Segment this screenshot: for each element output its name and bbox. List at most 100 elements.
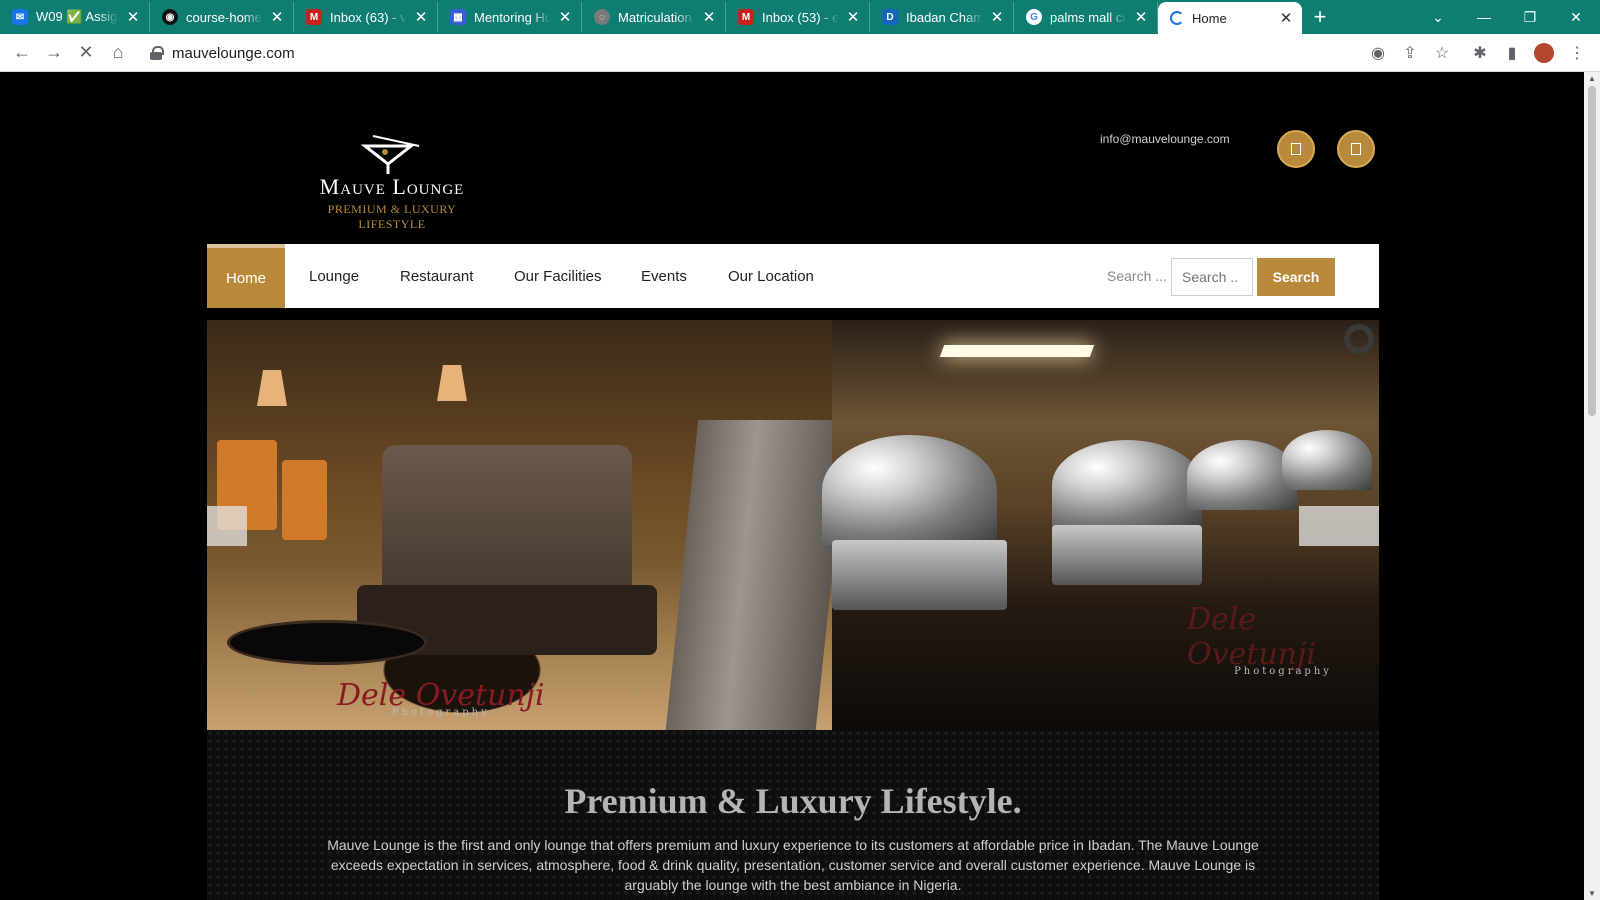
buffet-chafers-image: Dele Ovetunji Photography [822, 320, 1379, 730]
close-window-icon[interactable]: ✕ [1553, 0, 1599, 34]
nav-item-events[interactable]: Events [641, 244, 687, 308]
github-icon: ◉ [162, 9, 178, 25]
close-tab-icon[interactable]: ✕ [989, 8, 1005, 26]
side-panel-icon[interactable]: ▮ [1497, 38, 1527, 68]
close-tab-icon[interactable]: ✕ [845, 8, 861, 26]
martini-glass-icon [360, 135, 420, 174]
more-menu-icon[interactable]: ⋮ [1562, 38, 1592, 68]
slider-play-button[interactable] [1299, 506, 1339, 546]
google-icon: G [1026, 9, 1042, 25]
close-tab-icon[interactable]: ✕ [269, 8, 285, 26]
close-tab-icon[interactable]: ✕ [413, 8, 429, 26]
booth-partition [665, 420, 849, 730]
search-button[interactable]: Search [1257, 258, 1335, 296]
browser-tab[interactable]: ◉ course-home-page ✕ [150, 2, 294, 32]
browser-tab[interactable]: ◌ Matriculation ✕ [582, 2, 726, 32]
main-navigation: Home Lounge Restaurant Our Facilities Ev… [207, 244, 1379, 308]
lamp-shade [257, 370, 287, 406]
site-logo[interactable]: Mauve Lounge PREMIUM & LUXURY LIFESTYLE [297, 130, 487, 231]
tab-title: Inbox (53) - ele [762, 9, 839, 25]
tab-title: Mentoring Hub [474, 9, 551, 25]
gmail-icon: M [306, 9, 322, 25]
logo-name: Mauve Lounge [319, 174, 465, 199]
share-icon[interactable]: ⇪ [1395, 38, 1425, 68]
globe-icon: ◌ [594, 9, 610, 25]
doc-icon: D [882, 9, 898, 25]
close-tab-icon[interactable]: ✕ [701, 8, 717, 26]
tab-title: Matriculation [618, 9, 692, 25]
scrollbar-thumb[interactable] [1588, 86, 1596, 416]
close-tab-icon[interactable]: ✕ [125, 8, 141, 26]
bookmark-star-icon[interactable]: ☆ [1427, 38, 1457, 68]
close-tab-icon[interactable]: ✕ [557, 8, 573, 26]
browser-tab[interactable]: ▦ Mentoring Hub ✕ [438, 2, 582, 32]
web-page: Mauve Lounge PREMIUM & LUXURY LIFESTYLE … [0, 72, 1584, 900]
browser-tab-active[interactable]: Home ✕ [1158, 2, 1302, 34]
chafer-base [832, 540, 1007, 610]
tab-title: Ibadan Chamber [906, 9, 983, 25]
social-icon-button[interactable] [1277, 130, 1315, 168]
tab-title: Home [1192, 10, 1227, 26]
nav-item-our-facilities[interactable]: Our Facilities [514, 244, 602, 308]
chafer-dome [822, 435, 997, 545]
new-tab-button[interactable]: + [1302, 2, 1338, 34]
gmail-icon: M [738, 9, 754, 25]
hub-icon: ▦ [450, 9, 466, 25]
extensions-puzzle-icon[interactable]: ✱ [1465, 38, 1495, 68]
lamp-shade [437, 365, 467, 401]
orange-chair [282, 460, 327, 540]
browser-toolbar: ← → ✕ ⌂ mauvelounge.com [0, 34, 1600, 72]
browser-tab-strip: ✉ W09 ✅ Assignment ✕ ◉ course-home-page … [0, 0, 1600, 34]
photo-watermark: Dele Ovetunji Photography [1187, 602, 1379, 677]
chafer-dome [1052, 440, 1202, 530]
address-bar[interactable]: mauvelounge.com [140, 37, 1335, 69]
close-tab-icon[interactable]: ✕ [1133, 8, 1149, 26]
forward-arrow-icon[interactable]: → [38, 37, 70, 69]
browser-tab[interactable]: ✉ W09 ✅ Assignment ✕ [0, 2, 150, 32]
tracking-off-icon[interactable]: ◉ [1363, 38, 1393, 68]
slider-loading-icon [1344, 324, 1374, 354]
intro-section: Premium & Luxury Lifestyle. Mauve Lounge… [207, 730, 1379, 900]
slider-next-button[interactable] [1339, 506, 1379, 546]
hero-slider[interactable]: Dele Ovetunji Photography Dele Ovetunji … [207, 320, 1379, 730]
tab-title: course-home-page [186, 9, 263, 25]
search-input[interactable] [1171, 258, 1253, 296]
intro-title: Premium & Luxury Lifestyle. [564, 781, 1022, 821]
home-icon[interactable]: ⌂ [102, 37, 134, 69]
tab-title: palms mall cine [1050, 9, 1127, 25]
tab-search-icon[interactable]: ⌄ [1415, 0, 1461, 34]
nav-item-home[interactable]: Home [207, 244, 286, 308]
browser-tab[interactable]: D Ibadan Chamber ✕ [870, 2, 1014, 32]
mail-icon: ✉ [12, 9, 28, 25]
close-tab-icon[interactable]: ✕ [1278, 9, 1294, 27]
scroll-up-icon[interactable]: ▲ [1587, 74, 1597, 83]
minimize-icon[interactable]: — [1461, 0, 1507, 34]
lock-icon[interactable] [150, 46, 164, 60]
page-scrollbar[interactable]: ▲ ▼ [1584, 72, 1600, 900]
chafer-dome [1282, 430, 1372, 490]
browser-tab[interactable]: M Inbox (53) - ele ✕ [726, 2, 870, 32]
browser-tab[interactable]: G palms mall cine ✕ [1014, 2, 1158, 32]
chafer-dome [1187, 440, 1297, 510]
profile-avatar[interactable] [1529, 38, 1559, 68]
social-icon-button[interactable] [1337, 130, 1375, 168]
photo-watermark: Dele Ovetunji Photography [337, 678, 545, 718]
stop-loading-icon[interactable]: ✕ [70, 37, 102, 69]
restore-icon[interactable]: ❐ [1507, 0, 1553, 34]
logo-tagline: PREMIUM & LUXURY LIFESTYLE [327, 202, 457, 231]
contact-email[interactable]: info@mauvelounge.com [1100, 132, 1230, 146]
tab-title: W09 ✅ Assignment [36, 9, 119, 24]
social-placeholder-icon [1351, 143, 1361, 155]
chafer-base [1052, 525, 1202, 585]
scroll-down-icon[interactable]: ▼ [1587, 889, 1597, 898]
slider-prev-button[interactable] [207, 506, 247, 546]
back-arrow-icon[interactable]: ← [6, 37, 38, 69]
browser-tab[interactable]: M Inbox (63) - vel ✕ [294, 2, 438, 32]
tab-title: Inbox (63) - vel [330, 9, 407, 25]
loading-icon [1170, 11, 1184, 25]
nav-item-lounge[interactable]: Lounge [309, 244, 359, 308]
lounge-interior-image: Dele Ovetunji Photography [207, 320, 849, 730]
social-placeholder-icon [1291, 143, 1301, 155]
nav-item-our-location[interactable]: Our Location [728, 244, 814, 308]
nav-item-restaurant[interactable]: Restaurant [400, 244, 473, 308]
